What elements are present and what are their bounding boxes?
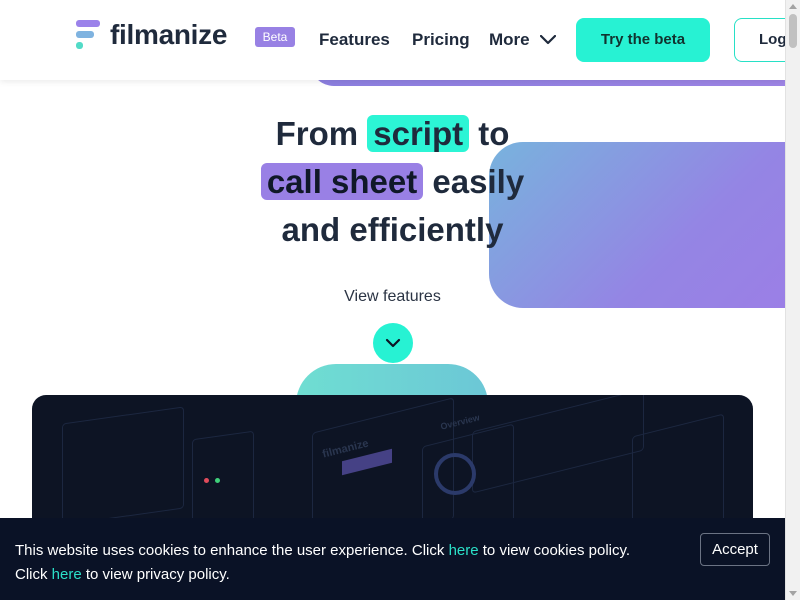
scroll-up-arrow-icon[interactable] bbox=[789, 4, 797, 9]
cookie-message: This website uses cookies to enhance the… bbox=[15, 539, 685, 587]
preview-dot-green bbox=[215, 478, 220, 483]
cookie-banner: This website uses cookies to enhance the… bbox=[0, 518, 785, 600]
preview-ghost-panel bbox=[62, 406, 184, 526]
logo-mark-icon bbox=[76, 20, 102, 50]
preview-ghost-panel bbox=[472, 395, 644, 494]
cookie-text-1: This website uses cookies to enhance the… bbox=[15, 542, 449, 559]
hero-highlight-script: script bbox=[367, 115, 470, 152]
arrow-down-circle-icon bbox=[385, 338, 401, 348]
scroll-down-arrow-icon[interactable] bbox=[789, 591, 797, 596]
hero-line-3: and efficiently bbox=[281, 211, 504, 248]
preview-ghost-panel bbox=[192, 430, 254, 532]
cookie-text-3: Click bbox=[15, 566, 52, 583]
nav-more-label: More bbox=[489, 30, 530, 49]
beta-badge: Beta bbox=[255, 27, 295, 47]
scroll-down-button[interactable] bbox=[373, 323, 413, 363]
chevron-down-icon bbox=[539, 35, 556, 45]
nav-more-dropdown[interactable]: More bbox=[489, 30, 556, 50]
cookie-text-4: to view privacy policy. bbox=[81, 566, 230, 583]
nav-features-link[interactable]: Features bbox=[319, 30, 390, 50]
view-features-link[interactable]: View features bbox=[0, 288, 785, 306]
hero-heading: From script to call sheet easily and eff… bbox=[0, 110, 785, 254]
scrollbar-thumb[interactable] bbox=[789, 14, 797, 48]
brand-name: filmanize bbox=[110, 19, 228, 50]
hero-highlight-call-sheet: call sheet bbox=[260, 163, 424, 200]
accept-cookies-button[interactable]: Accept bbox=[700, 533, 770, 566]
cookie-text-2: to view cookies policy. bbox=[478, 542, 631, 559]
hero-line-1: From script to bbox=[0, 110, 785, 158]
preview-dot-red bbox=[204, 478, 209, 483]
hero-text-to: to bbox=[478, 115, 510, 152]
privacy-policy-link[interactable]: here bbox=[52, 566, 82, 583]
hero-text-easily: easily bbox=[432, 163, 525, 200]
nav-pricing-link[interactable]: Pricing bbox=[412, 30, 470, 50]
hero-line-2: call sheet easily bbox=[0, 158, 785, 206]
site-header: filmanize Beta Features Pricing More Try… bbox=[0, 0, 800, 80]
hero-text-from: From bbox=[275, 115, 359, 152]
page-scrollbar[interactable] bbox=[785, 0, 800, 600]
preview-progress-ring bbox=[434, 453, 476, 495]
try-beta-button[interactable]: Try the beta bbox=[576, 18, 710, 62]
brand-logo[interactable]: filmanize bbox=[76, 19, 227, 51]
cookies-policy-link[interactable]: here bbox=[449, 542, 479, 559]
